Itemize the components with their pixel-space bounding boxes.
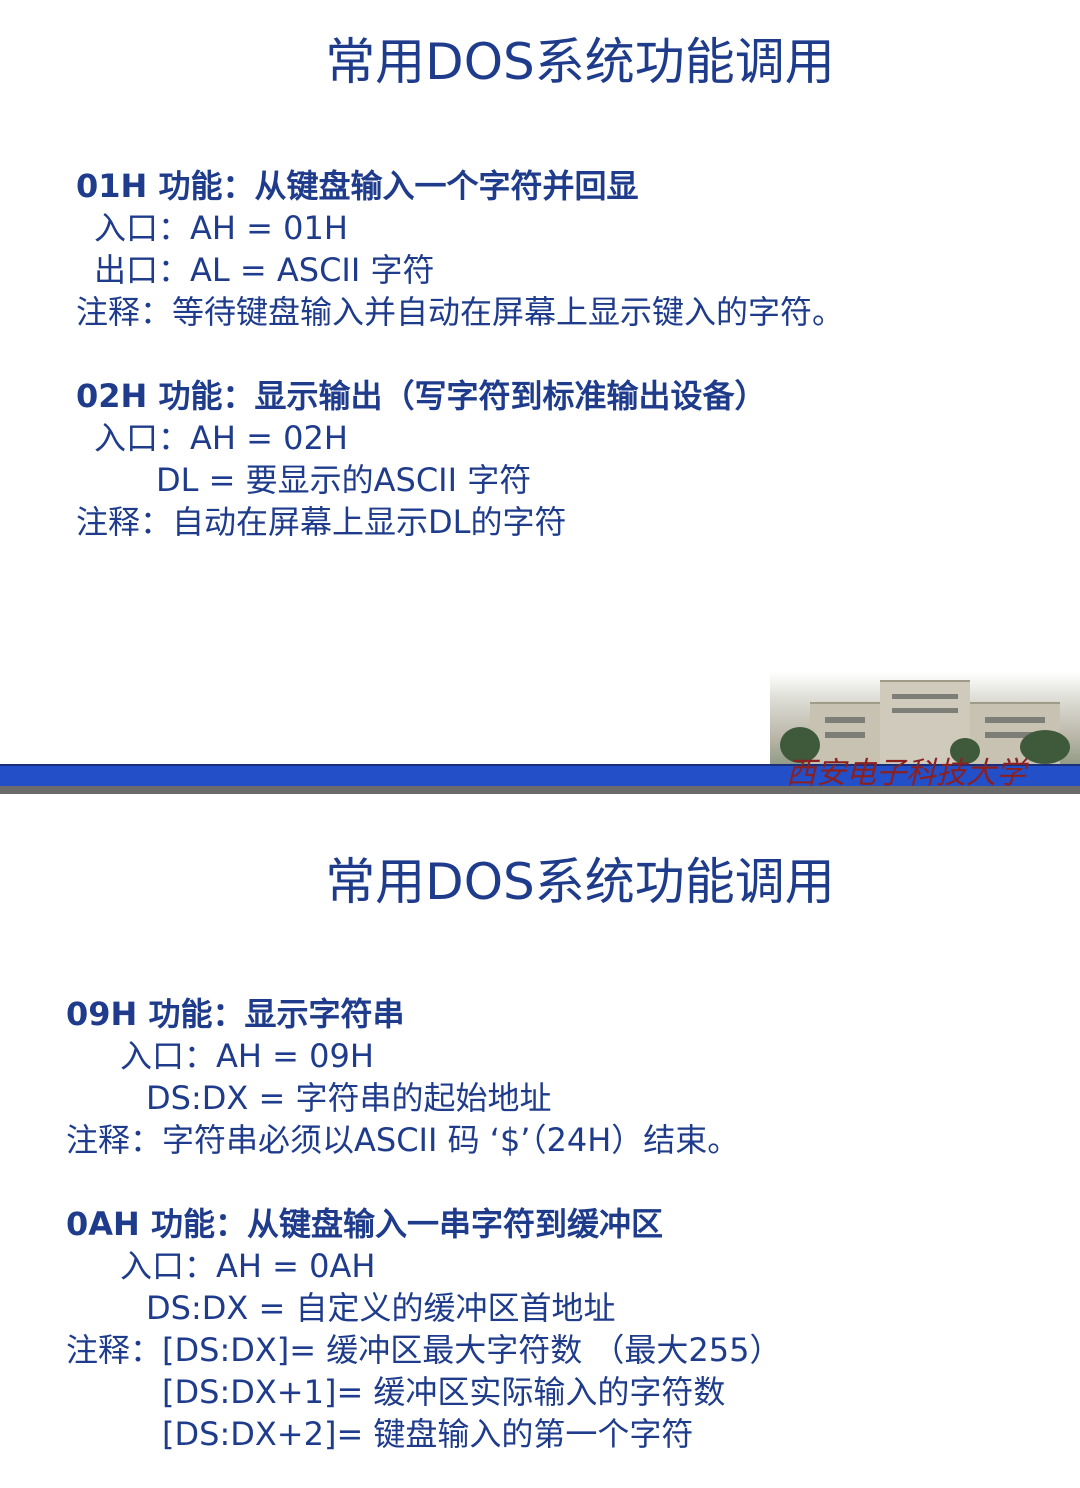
exit-line: 出口：AL = ASCII 字符 [94, 251, 435, 289]
note-line: 注释：等待键盘输入并自动在屏幕上显示键入的字符。 [76, 293, 845, 331]
note-detail-line: [DS:DX+2]= 键盘输入的第一个字符 [162, 1415, 694, 1453]
note-line: 注释：自动在屏幕上显示DL的字符 [76, 503, 567, 541]
function-02h-heading: 02H 功能：显示输出（写字符到标准输出设备） [76, 377, 767, 415]
function-09h-heading: 09H 功能：显示字符串 [66, 995, 405, 1033]
entry-param-line: DS:DX = 自定义的缓冲区首地址 [146, 1289, 616, 1327]
university-name: 西安电子科技大学 [786, 756, 1026, 791]
function-01h-heading: 01H 功能：从键盘输入一个字符并回显 [76, 167, 639, 205]
slide-1: 常用DOS系统功能调用 01H 功能：从键盘输入一个字符并回显 入口：AH = … [0, 0, 1080, 800]
slide-title: 常用DOS系统功能调用 [325, 33, 835, 91]
slide-separator [0, 800, 1080, 812]
function-0ah-heading: 0AH 功能：从键盘输入一串字符到缓冲区 [66, 1205, 663, 1243]
note-line: 注释：[DS:DX]= 缓冲区最大字符数 （最大255） [66, 1331, 782, 1369]
note-detail-line: [DS:DX+1]= 缓冲区实际输入的字符数 [162, 1373, 726, 1411]
entry-line: 入口：AH = 0AH [120, 1247, 376, 1285]
note-line: 注释：字符串必须以ASCII 码 ‘$’（24H）结束。 [66, 1121, 740, 1159]
entry-param-line: DS:DX = 字符串的起始地址 [146, 1079, 552, 1117]
entry-line: 入口：AH = 02H [94, 419, 348, 457]
entry-line: 入口：AH = 01H [94, 209, 348, 247]
slide-2: 常用DOS系统功能调用 09H 功能：显示字符串 入口：AH = 09H DS:… [0, 812, 1080, 1488]
entry-param-line: DL = 要显示的ASCII 字符 [156, 461, 532, 499]
entry-line: 入口：AH = 09H [120, 1037, 374, 1075]
slide-title: 常用DOS系统功能调用 [325, 853, 835, 911]
